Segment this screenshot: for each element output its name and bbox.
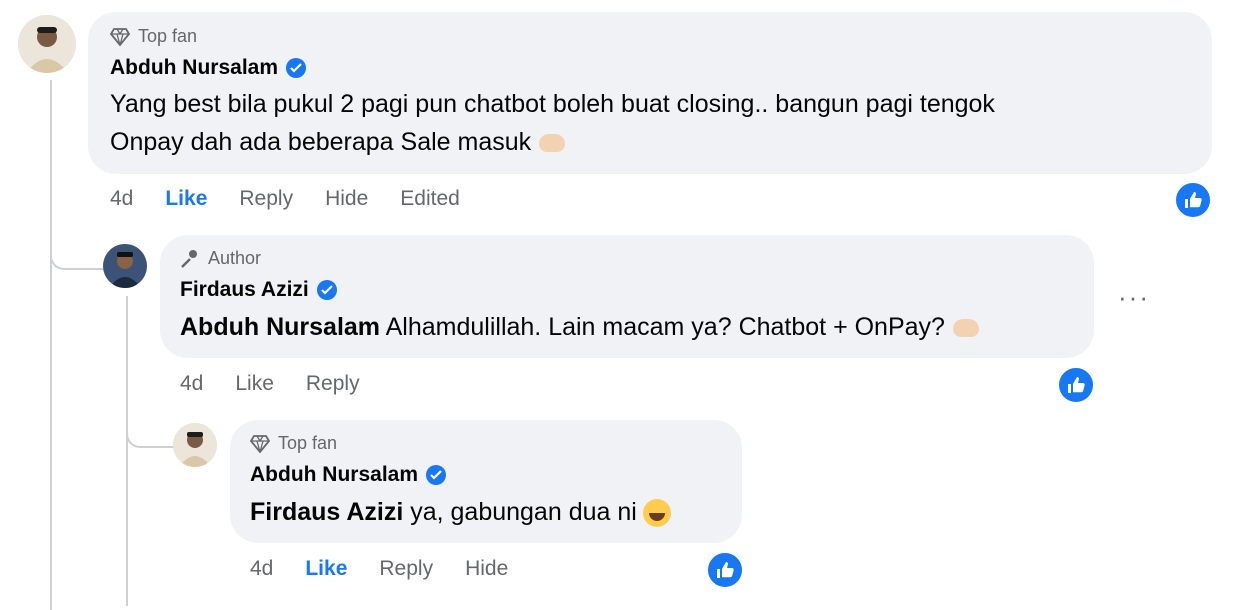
- commenter-name-3[interactable]: Abduh Nursalam: [250, 463, 447, 487]
- hide-button[interactable]: Hide: [325, 187, 368, 211]
- timestamp[interactable]: 4d: [250, 557, 273, 581]
- commenter-name-2[interactable]: Firdaus Azizi: [180, 278, 337, 302]
- hide-button[interactable]: Hide: [465, 557, 508, 581]
- reply-actions-2: 4d Like Reply Hide: [250, 557, 540, 581]
- comment-text-line1: Yang best bila pukul 2 pagi pun chatbot …: [110, 90, 995, 118]
- name-text[interactable]: Abduh Nursalam: [250, 463, 418, 487]
- more-options-icon[interactable]: ···: [1118, 284, 1150, 310]
- like-button[interactable]: Like: [165, 187, 207, 211]
- thread-line-reply1: [126, 296, 128, 606]
- avatar-abduh[interactable]: [18, 15, 76, 73]
- hands-emoji: [952, 319, 979, 338]
- like-reaction-icon[interactable]: [1057, 366, 1095, 404]
- top-fan-badge-2: Top fan: [250, 433, 337, 454]
- smile-emoji: [642, 499, 671, 528]
- comment-actions-1: 4d Like Reply Hide Edited: [110, 187, 492, 211]
- author-badge: Author: [180, 248, 261, 269]
- name-text[interactable]: Abduh Nursalam: [110, 56, 278, 80]
- comment-text-line2: Onpay dah ada beberapa Sale masuk: [110, 123, 566, 161]
- microphone-icon: [181, 249, 197, 268]
- top-fan-badge-1: Top fan: [110, 26, 197, 47]
- reply-text-1: Abduh Nursalam Alhamdulillah. Lain macam…: [180, 308, 979, 346]
- mention-link[interactable]: Abduh Nursalam: [180, 313, 380, 341]
- verified-icon: [426, 465, 447, 485]
- badge-label: Top fan: [138, 26, 198, 46]
- reply-text-2: Firdaus Azizi ya, gabungan dua ni: [250, 493, 671, 531]
- name-text[interactable]: Firdaus Azizi: [180, 278, 309, 302]
- thread-elbow-reply2: [126, 410, 174, 448]
- like-button[interactable]: Like: [235, 372, 274, 396]
- timestamp[interactable]: 4d: [110, 187, 133, 211]
- thread-line-main: [50, 80, 52, 610]
- like-button[interactable]: Like: [305, 557, 347, 581]
- reply-text-content: Alhamdulillah. Lain macam ya? Chatbot + …: [385, 313, 945, 341]
- hands-emoji: [539, 134, 566, 153]
- badge-label: Top fan: [278, 433, 338, 453]
- timestamp[interactable]: 4d: [180, 372, 203, 396]
- diamond-icon: [250, 434, 270, 453]
- badge-label: Author: [208, 248, 262, 268]
- comment-text-line2-content: Onpay dah ada beberapa Sale masuk: [110, 128, 532, 156]
- like-reaction-icon[interactable]: [1174, 181, 1212, 219]
- like-reaction-icon[interactable]: [706, 551, 744, 589]
- reply-text-content: ya, gabungan dua ni: [410, 498, 637, 526]
- diamond-icon: [110, 27, 130, 46]
- mention-link[interactable]: Firdaus Azizi: [250, 498, 403, 526]
- commenter-name-1[interactable]: Abduh Nursalam: [110, 56, 307, 80]
- verified-icon: [316, 280, 337, 300]
- avatar-abduh-small[interactable]: [173, 423, 217, 467]
- reply-actions-1: 4d Like Reply: [180, 372, 392, 396]
- reply-button[interactable]: Reply: [239, 187, 293, 211]
- edited-label: Edited: [400, 187, 460, 210]
- thread-elbow-reply1: [50, 230, 104, 270]
- verified-icon: [286, 58, 307, 78]
- avatar-firdaus[interactable]: [103, 244, 147, 288]
- reply-button[interactable]: Reply: [379, 557, 433, 581]
- reply-button[interactable]: Reply: [306, 372, 360, 396]
